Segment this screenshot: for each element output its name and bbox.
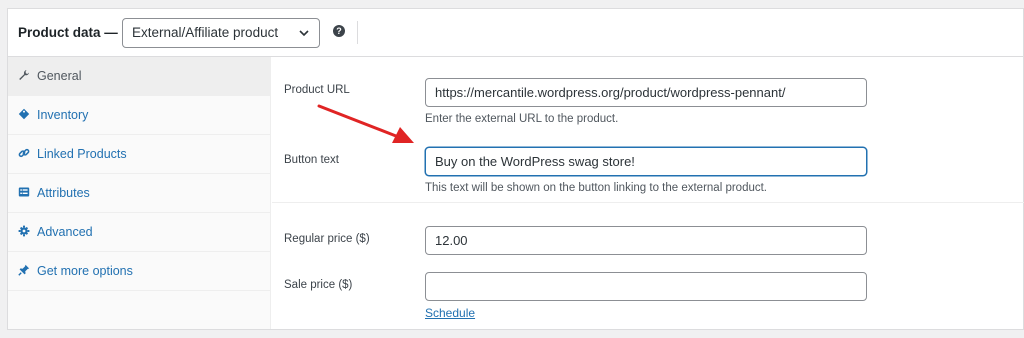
sale-price-label: Sale price ($) [284,279,353,291]
sale-price-input[interactable] [425,272,867,301]
product-data-header: Product data — External/Affiliate produc… [8,9,1023,57]
general-fields: Product URL https://mercantile.wordpress… [272,57,1024,329]
field-group-divider [272,202,1024,203]
product-data-tabs: General Inventory Linked Products Attrib… [8,57,271,329]
schedule-link[interactable]: Schedule [425,306,475,320]
regular-price-label: Regular price ($) [284,233,370,245]
tab-general[interactable]: General [8,57,270,96]
tag-icon [18,108,30,120]
button-text-description: This text will be shown on the button li… [425,182,768,194]
help-icon[interactable]: ? [333,25,345,37]
tab-attributes[interactable]: Attributes [8,174,270,213]
button-text-label: Button text [284,154,339,166]
product-type-value: External/Affiliate product [132,25,279,40]
list-icon [18,187,30,197]
product-url-label: Product URL [284,84,350,96]
product-data-title: Product data — [18,25,118,40]
header-divider [357,21,358,44]
product-data-panel: Product data — External/Affiliate produc… [7,8,1024,330]
tab-label: Advanced [37,225,93,239]
tab-advanced[interactable]: Advanced [8,213,270,252]
gear-icon [18,225,30,237]
tab-inventory[interactable]: Inventory [8,96,270,135]
tab-label: Attributes [37,186,90,200]
tab-get-more-options[interactable]: Get more options [8,252,270,291]
tab-label: Linked Products [37,147,127,161]
wrench-icon [19,70,29,80]
button-text-input[interactable]: Buy on the WordPress swag store! [425,147,867,176]
plugin-icon [18,264,30,276]
chevron-down-icon [299,30,309,37]
product-url-description: Enter the external URL to the product. [425,113,619,125]
regular-price-input[interactable]: 12.00 [425,226,867,255]
tab-linked-products[interactable]: Linked Products [8,135,270,174]
product-type-select[interactable]: External/Affiliate product [122,18,320,48]
tab-label: Get more options [37,264,133,278]
product-url-input[interactable]: https://mercantile.wordpress.org/product… [425,78,867,107]
tab-label: General [37,69,82,83]
link-icon [18,148,30,158]
tab-label: Inventory [37,108,89,122]
